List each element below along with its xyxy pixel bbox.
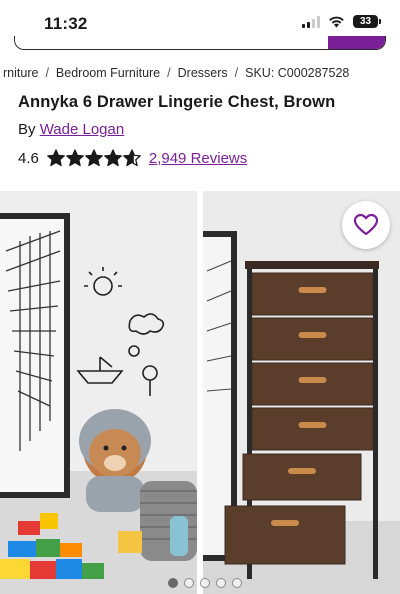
status-icons: 33	[302, 15, 381, 28]
dresser-drawer	[251, 272, 374, 316]
gallery-dot[interactable]	[200, 578, 210, 588]
star-icon	[47, 149, 65, 167]
breadcrumb-separator: /	[167, 66, 171, 80]
dresser-drawer	[251, 317, 374, 361]
drawer-handle	[298, 332, 327, 338]
dresser-drawer	[224, 505, 346, 565]
brand-byline: By Wade Logan	[18, 121, 124, 138]
gallery-pagination	[168, 578, 242, 588]
search-button[interactable]	[328, 36, 385, 49]
star-icon	[85, 149, 103, 167]
breadcrumb-separator: /	[45, 66, 49, 80]
breadcrumb: rniture / Bedroom Furniture / Dressers / SKU: …	[0, 66, 400, 82]
gallery-dot[interactable]	[168, 578, 178, 588]
breadcrumb-item-furniture[interactable]: rniture	[3, 66, 38, 80]
breadcrumb-separator: /	[234, 66, 239, 80]
status-time: 11:32	[44, 14, 88, 33]
dresser-drawer	[242, 453, 362, 501]
star-icon	[123, 149, 141, 167]
rating-value: 4.6	[18, 149, 39, 167]
heart-outline-icon	[354, 214, 378, 236]
dresser-drawer	[251, 362, 374, 406]
breadcrumb-item-dressers[interactable]: Dressers	[178, 66, 228, 80]
dresser-photo	[203, 191, 400, 594]
gallery-dot[interactable]	[232, 578, 242, 588]
drawer-handle	[298, 422, 327, 428]
star-rating	[47, 149, 141, 167]
cellular-signal-icon	[302, 15, 320, 28]
lifestyle-photo	[0, 191, 197, 594]
favorite-button[interactable]	[342, 201, 390, 249]
drawer-handle	[271, 520, 299, 526]
product-image-gallery[interactable]	[0, 191, 400, 594]
reviews-link[interactable]: 2,949 Reviews	[149, 150, 247, 167]
product-image-lifestyle[interactable]	[0, 191, 197, 594]
star-icon	[66, 149, 84, 167]
rating-row: 4.6 2,949 Reviews	[18, 149, 247, 167]
drawer-handle	[288, 468, 316, 474]
product-image-dresser[interactable]	[203, 191, 400, 594]
by-label: By	[18, 121, 36, 138]
gallery-dot[interactable]	[216, 578, 226, 588]
brand-link[interactable]: Wade Logan	[40, 121, 125, 138]
gallery-dot[interactable]	[184, 578, 194, 588]
breadcrumb-item-bedroom-furniture[interactable]: Bedroom Furniture	[56, 66, 160, 80]
star-icon	[104, 149, 122, 167]
search-bar[interactable]	[14, 36, 386, 50]
product-title: Annyka 6 Drawer Lingerie Chest, Brown	[18, 93, 336, 111]
dresser-drawer	[251, 407, 374, 451]
drawer-handle	[298, 287, 327, 293]
product-sku: SKU: C000287528	[245, 66, 350, 80]
drawer-handle	[298, 377, 327, 383]
wifi-icon	[329, 16, 344, 28]
battery-icon: 33	[353, 15, 381, 28]
